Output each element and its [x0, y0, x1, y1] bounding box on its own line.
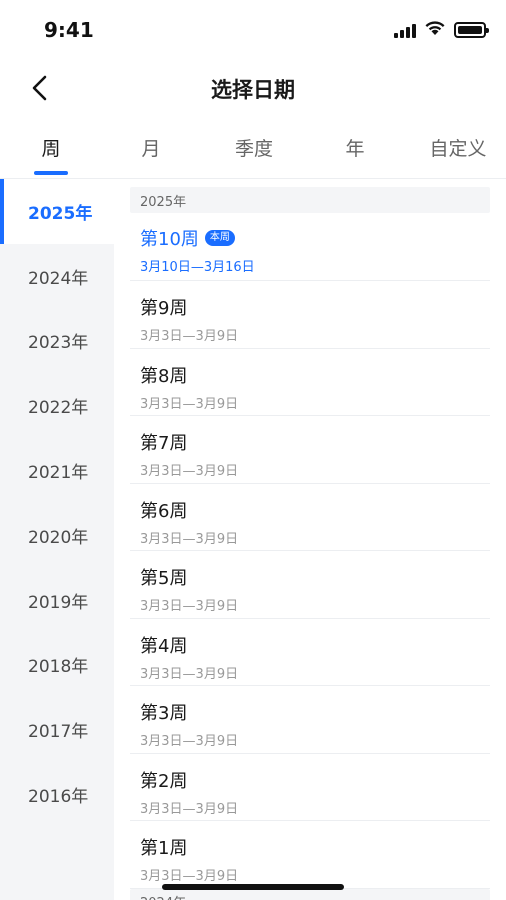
tab-label: 年 — [345, 138, 365, 160]
active-tab-indicator — [34, 171, 68, 175]
week-item-10[interactable]: 第10周 本周 3月10日—3月16日 — [130, 213, 490, 281]
week-title: 第7周 — [140, 433, 188, 454]
sidebar-item-2025[interactable]: 2025年 — [0, 179, 114, 244]
tab-week[interactable]: 周 — [34, 134, 68, 175]
tab-label: 周 — [41, 138, 61, 160]
week-title: 第2周 — [140, 770, 188, 792]
status-bar: 9:41 — [0, 0, 506, 60]
week-title: 第3周 — [140, 703, 188, 724]
week-range: 3月3日—3月9日 — [140, 396, 239, 412]
year-sidebar: 2025年 2024年 2023年 2022年 2021年 2020年 2019… — [0, 179, 114, 900]
week-item-2[interactable]: 第2周 3月3日—3月9日 — [130, 754, 490, 821]
tab-label: 月 — [141, 138, 161, 160]
week-title: 第5周 — [140, 568, 188, 589]
sidebar-item-2021[interactable]: 2021年 — [0, 438, 114, 503]
week-range: 3月3日—3月9日 — [140, 464, 239, 479]
page-title: 选择日期 — [211, 78, 295, 102]
wifi-icon — [424, 20, 446, 40]
status-icons — [394, 20, 489, 40]
week-item-4[interactable]: 第4周 3月3日—3月9日 — [130, 619, 490, 686]
tab-month[interactable]: 月 — [140, 134, 162, 161]
period-tabs: 周 月 季度 年 自定义 — [0, 126, 506, 179]
week-item-7[interactable]: 第7周 3月3日—3月9日 — [130, 416, 490, 484]
week-range: 3月3日—3月9日 — [140, 734, 239, 749]
week-title: 第10周 — [140, 229, 199, 250]
sidebar-item-2022[interactable]: 2022年 — [0, 373, 114, 438]
tab-custom[interactable]: 自定义 — [425, 134, 491, 161]
sidebar-item-2019[interactable]: 2019年 — [0, 568, 114, 633]
week-range: 3月3日—3月9日 — [140, 599, 239, 614]
week-range: 3月10日—3月16日 — [140, 260, 255, 275]
week-title: 第6周 — [140, 500, 188, 522]
week-item-9[interactable]: 第9周 3月3日—3月9日 — [130, 281, 490, 349]
week-title: 第4周 — [140, 635, 188, 657]
tab-year[interactable]: 年 — [344, 134, 366, 161]
week-item-8[interactable]: 第8周 3月3日—3月9日 — [130, 349, 490, 416]
week-title-row: 第10周 本周 — [140, 225, 490, 251]
week-item-1[interactable]: 第1周 3月3日—3月9日 — [130, 821, 490, 889]
week-range: 3月3日—3月9日 — [140, 329, 239, 344]
sidebar-item-2020[interactable]: 2020年 — [0, 503, 114, 568]
cellular-signal-icon — [394, 22, 416, 38]
battery-icon — [454, 22, 489, 38]
sidebar-item-2024[interactable]: 2024年 — [0, 244, 114, 309]
year-group-header: 2025年 — [130, 187, 490, 213]
week-range: 3月3日—3月9日 — [140, 869, 239, 884]
tab-label: 自定义 — [429, 138, 487, 160]
current-week-badge: 本周 — [204, 230, 235, 246]
week-title: 第1周 — [140, 838, 188, 859]
sidebar-item-2016[interactable]: 2016年 — [0, 762, 114, 827]
sidebar-item-2018[interactable]: 2018年 — [0, 633, 114, 698]
status-time: 9:41 — [44, 18, 94, 42]
tab-label: 季度 — [234, 138, 273, 160]
week-list[interactable]: 2025年 第10周 本周 3月10日—3月16日 第9周 3月3日—3月9日 … — [130, 179, 490, 900]
week-range: 3月3日—3月9日 — [140, 666, 239, 682]
week-range: 3月3日—3月9日 — [140, 531, 239, 547]
tab-quarter[interactable]: 季度 — [232, 134, 276, 161]
week-title: 第9周 — [140, 298, 188, 319]
week-item-6[interactable]: 第6周 3月3日—3月9日 — [130, 484, 490, 551]
week-item-3[interactable]: 第3周 3月3日—3月9日 — [130, 686, 490, 754]
year-group-header: 2024年 — [130, 888, 490, 900]
sidebar-item-2023[interactable]: 2023年 — [0, 309, 114, 374]
week-title: 第8周 — [140, 365, 188, 387]
home-indicator — [162, 884, 344, 890]
nav-bar: 选择日期 — [0, 60, 506, 120]
week-item-5[interactable]: 第5周 3月3日—3月9日 — [130, 551, 490, 619]
week-range: 3月3日—3月9日 — [140, 801, 239, 817]
sidebar-item-2017[interactable]: 2017年 — [0, 697, 114, 762]
